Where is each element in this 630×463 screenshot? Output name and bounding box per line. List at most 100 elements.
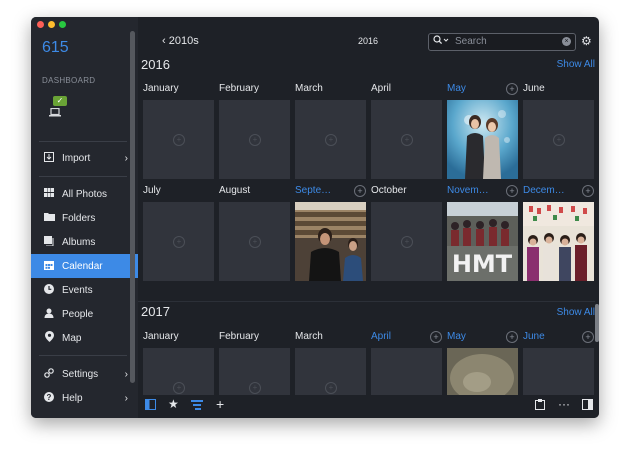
month-label: Decem… [523, 185, 565, 196]
add-to-month-icon[interactable]: + [582, 331, 594, 343]
sidebar-item-label: Import [62, 152, 91, 164]
folder-icon [42, 212, 56, 224]
sidebar-item-people[interactable]: People [31, 302, 138, 326]
search-field[interactable]: Search × [428, 33, 576, 51]
panel-icon[interactable] [582, 399, 593, 413]
sidebar-item-map[interactable]: Map [31, 326, 138, 350]
empty-month-tile[interactable]: + [219, 202, 290, 281]
photo-thumbnail[interactable] [523, 202, 594, 281]
empty-month-tile[interactable]: + [371, 100, 442, 179]
device-status-badge: ✓ [53, 96, 67, 106]
sidebar: 615 DASHBOARD ✓ Import › All Photos Fold… [31, 17, 138, 418]
sidebar-item-import[interactable]: Import › [31, 146, 138, 170]
add-icon: + [401, 236, 413, 248]
month-label: July [143, 185, 161, 196]
add-to-month-icon[interactable]: + [506, 185, 518, 197]
sort-icon[interactable] [191, 399, 203, 413]
month-label: June [523, 83, 545, 94]
pin-icon [42, 331, 56, 345]
gear-icon[interactable]: ⚙ [581, 34, 592, 48]
laptop-icon [49, 107, 61, 120]
search-input[interactable]: Search [455, 36, 487, 47]
traffic-lights [37, 21, 66, 28]
zoom-window-button[interactable] [59, 21, 66, 28]
month-label: March [295, 331, 323, 342]
empty-month-tile[interactable]: + [371, 202, 442, 281]
month-label: Septe… [295, 185, 332, 196]
clear-search-icon[interactable]: × [562, 37, 571, 46]
photo-thumbnail[interactable]: HMT [447, 202, 518, 281]
calendar-view: ‹ 2010s 2016 Search × ⚙ 2016 Show All Ja… [138, 17, 599, 418]
add-icon: + [249, 382, 261, 394]
month-label: March [295, 83, 323, 94]
add-to-month-icon[interactable]: + [506, 83, 518, 95]
import-icon [42, 151, 56, 165]
add-to-month-icon[interactable]: + [430, 331, 442, 343]
photo-sign-text: HMT [452, 250, 513, 278]
sidebar-item-label: Calendar [62, 260, 103, 272]
sidebar-item-settings[interactable]: Settings › [31, 362, 138, 386]
more-icon[interactable]: ··· [558, 397, 570, 411]
sidebar-toggle-icon[interactable] [145, 399, 156, 413]
add-icon: + [173, 134, 185, 146]
month-label: January [143, 83, 179, 94]
sidebar-item-events[interactable]: Events [31, 278, 138, 302]
sidebar-item-folders[interactable]: Folders [31, 206, 138, 230]
add-to-month-icon[interactable]: + [506, 331, 518, 343]
star-icon[interactable]: ★ [168, 397, 179, 411]
add-to-month-icon[interactable]: + [354, 185, 366, 197]
add-icon: + [249, 134, 261, 146]
sidebar-scrollbar[interactable] [130, 31, 135, 383]
month-label: May [447, 331, 466, 342]
sidebar-item-label: Help [62, 392, 83, 404]
chevron-left-icon: ‹ [162, 35, 166, 47]
month-label: May [447, 83, 466, 94]
album-icon [42, 235, 56, 249]
app-window: 615 DASHBOARD ✓ Import › All Photos Fold… [31, 17, 599, 418]
close-window-button[interactable] [37, 21, 44, 28]
photo-count: 615 [42, 39, 69, 56]
month-label: February [219, 331, 260, 342]
clock-icon [42, 283, 56, 297]
month-label: October [371, 185, 407, 196]
sidebar-item-label: People [62, 308, 94, 320]
month-label: February [219, 83, 260, 94]
back-button[interactable]: ‹ 2010s [162, 35, 199, 47]
toolbar: ‹ 2010s 2016 Search × ⚙ [138, 31, 599, 53]
show-all-link-2017[interactable]: Show All [557, 307, 595, 318]
sidebar-item-all-photos[interactable]: All Photos [31, 182, 138, 206]
chevron-right-icon: › [124, 152, 128, 164]
month-label: Novem… [447, 185, 489, 196]
calendar-icon [42, 260, 56, 273]
empty-month-tile[interactable]: + [295, 100, 366, 179]
year-heading-2017: 2017 [141, 304, 170, 319]
sidebar-item-label: Map [62, 332, 82, 344]
photo-thumbnail[interactable] [447, 100, 518, 179]
add-icon[interactable]: + [216, 396, 224, 412]
content-scrollbar[interactable] [595, 304, 599, 342]
chevron-right-icon: › [124, 368, 128, 380]
year-heading-2016: 2016 [141, 57, 170, 72]
sidebar-item-help[interactable]: ? Help › [31, 386, 138, 410]
chevron-right-icon: › [124, 392, 128, 404]
clipboard-icon[interactable] [535, 399, 545, 413]
sidebar-divider [39, 176, 127, 177]
empty-month-tile[interactable]: + [143, 100, 214, 179]
sidebar-item-albums[interactable]: Albums [31, 230, 138, 254]
sidebar-item-calendar[interactable]: Calendar [31, 254, 138, 278]
minimize-window-button[interactable] [48, 21, 55, 28]
empty-month-tile[interactable]: + [143, 202, 214, 281]
add-icon: + [401, 134, 413, 146]
empty-month-tile[interactable]: + [523, 100, 594, 179]
photo-thumbnail[interactable] [295, 202, 366, 281]
help-icon: ? [42, 391, 56, 405]
grid-icon [42, 188, 56, 200]
sidebar-item-label: Folders [62, 212, 96, 224]
sidebar-item-label: Albums [62, 236, 96, 248]
svg-text:?: ? [47, 393, 52, 402]
empty-month-tile[interactable]: + [219, 100, 290, 179]
add-icon: + [325, 382, 337, 394]
add-to-month-icon[interactable]: + [582, 185, 594, 197]
show-all-link-2016[interactable]: Show All [557, 59, 595, 70]
bottom-toolbar: ★ + ··· [138, 395, 599, 418]
